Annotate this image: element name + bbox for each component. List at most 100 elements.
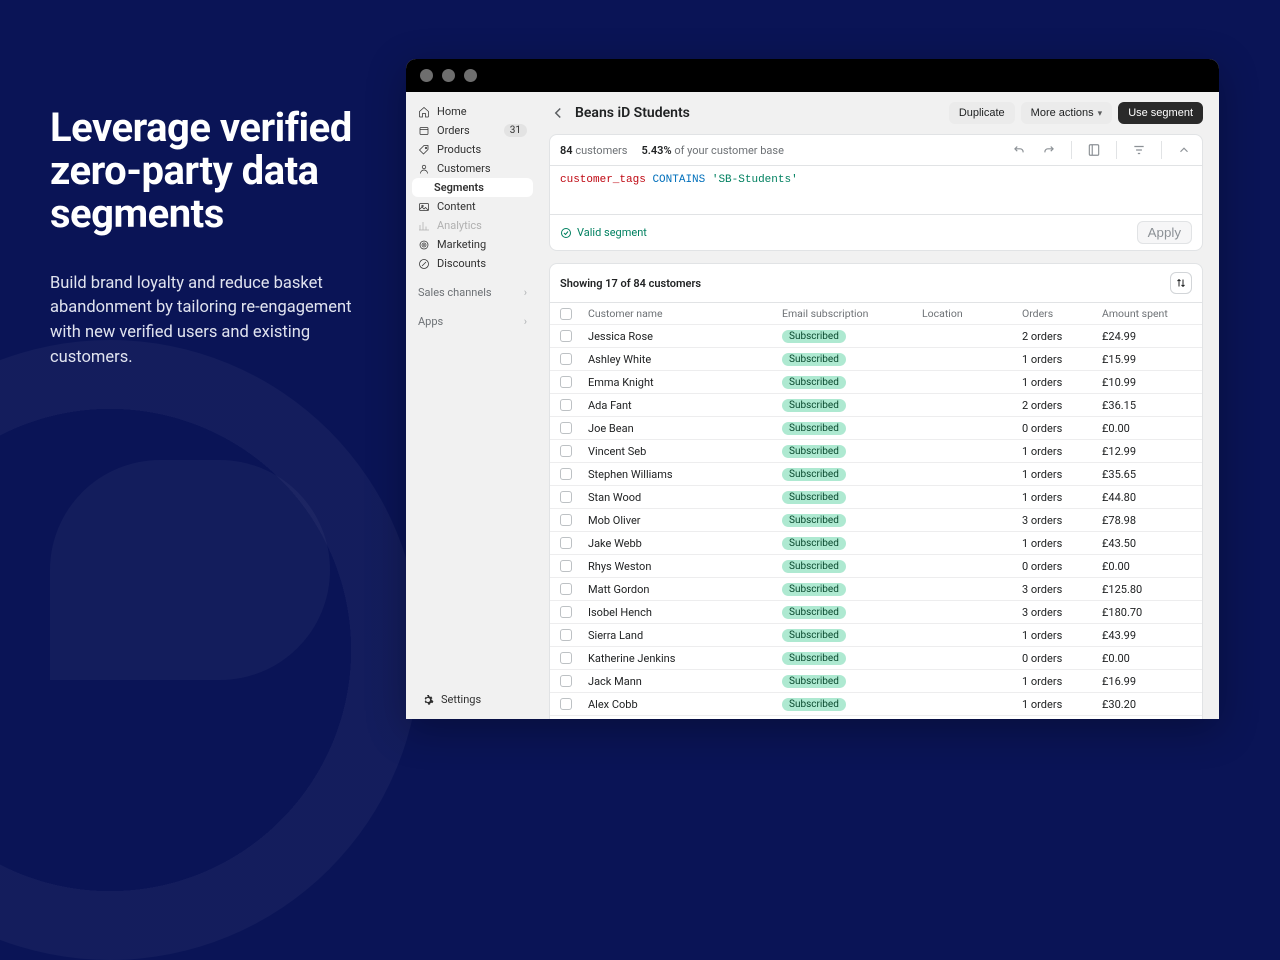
section-label: Apps (418, 315, 443, 328)
row-checkbox[interactable] (560, 491, 572, 503)
table-row[interactable]: Alex CobbSubscribed1 orders£30.20 (550, 693, 1202, 716)
row-checkbox[interactable] (560, 606, 572, 618)
target-icon (418, 239, 430, 251)
sidebar-item-label: Marketing (437, 238, 486, 251)
table-row-empty (550, 716, 1202, 719)
col-name: Customer name (588, 307, 782, 320)
row-checkbox[interactable] (560, 675, 572, 687)
table-row[interactable]: Isobel HenchSubscribed3 orders£180.70 (550, 601, 1202, 624)
row-checkbox[interactable] (560, 514, 572, 526)
row-checkbox[interactable] (560, 583, 572, 595)
back-button[interactable] (549, 104, 567, 122)
collapse-button[interactable] (1176, 142, 1192, 158)
cell-name: Matt Gordon (588, 583, 782, 596)
sort-button[interactable] (1170, 272, 1192, 294)
reference-button[interactable] (1086, 142, 1102, 158)
row-checkbox[interactable] (560, 399, 572, 411)
sidebar-item-products[interactable]: Products (412, 140, 533, 159)
cell-amount: £12.99 (1102, 445, 1192, 458)
subscribed-badge: Subscribed (782, 675, 846, 688)
minimize-icon[interactable] (442, 69, 455, 82)
sidebar-item-discounts[interactable]: Discounts (412, 254, 533, 273)
cell-amount: £180.70 (1102, 606, 1192, 619)
sidebar-item-orders[interactable]: Orders31 (412, 121, 533, 140)
table-row[interactable]: Rhys WestonSubscribed0 orders£0.00 (550, 555, 1202, 578)
select-all-checkbox[interactable] (560, 308, 572, 320)
subscribed-badge: Subscribed (782, 376, 846, 389)
sidebar-item-settings[interactable]: Settings (416, 690, 529, 709)
row-checkbox[interactable] (560, 330, 572, 342)
sidebar-item-content[interactable]: Content (412, 197, 533, 216)
sidebar-item-label: Discounts (437, 257, 486, 270)
image-icon (418, 201, 430, 213)
sidebar-item-marketing[interactable]: Marketing (412, 235, 533, 254)
apply-button[interactable]: Apply (1137, 221, 1192, 244)
row-checkbox[interactable] (560, 629, 572, 641)
duplicate-button[interactable]: Duplicate (949, 102, 1015, 124)
close-icon[interactable] (420, 69, 433, 82)
table-row[interactable]: Stan WoodSubscribed1 orders£44.80 (550, 486, 1202, 509)
sidebar-item-label: Home (437, 105, 467, 118)
col-location: Location (922, 307, 1022, 320)
maximize-icon[interactable] (464, 69, 477, 82)
table-row[interactable]: Joe BeanSubscribed0 orders£0.00 (550, 417, 1202, 440)
row-checkbox[interactable] (560, 652, 572, 664)
subscribed-badge: Subscribed (782, 698, 846, 711)
table-row[interactable]: Stephen WilliamsSubscribed1 orders£35.65 (550, 463, 1202, 486)
sidebar-item-label: Orders (437, 124, 470, 137)
table-row[interactable]: Ada FantSubscribed2 orders£36.15 (550, 394, 1202, 417)
page-title: Beans iD Students (575, 105, 690, 121)
table-row[interactable]: Ashley WhiteSubscribed1 orders£15.99 (550, 348, 1202, 371)
sidebar-item-home[interactable]: Home (412, 102, 533, 121)
check-circle-icon (560, 227, 572, 239)
row-checkbox[interactable] (560, 445, 572, 457)
row-checkbox[interactable] (560, 560, 572, 572)
row-checkbox[interactable] (560, 376, 572, 388)
cell-orders: 0 orders (1022, 652, 1102, 665)
home-icon (418, 106, 430, 118)
cell-orders: 3 orders (1022, 583, 1102, 596)
row-checkbox[interactable] (560, 698, 572, 710)
redo-button[interactable] (1041, 142, 1057, 158)
cell-name: Alex Cobb (588, 698, 782, 711)
hero-title: Leverage verified zero-party data segmen… (50, 106, 355, 236)
cell-orders: 2 orders (1022, 399, 1102, 412)
row-checkbox[interactable] (560, 468, 572, 480)
cell-name: Rhys Weston (588, 560, 782, 573)
discount-icon (418, 258, 430, 270)
undo-button[interactable] (1011, 142, 1027, 158)
cell-name: Vincent Seb (588, 445, 782, 458)
sidebar-item-segments[interactable]: Segments (412, 178, 533, 197)
sidebar-item-customers[interactable]: Customers (412, 159, 533, 178)
cell-amount: £30.20 (1102, 698, 1192, 711)
cell-orders: 1 orders (1022, 537, 1102, 550)
more-actions-button[interactable]: More actions ▾ (1021, 102, 1113, 124)
sidebar-item-label: Settings (441, 693, 481, 706)
table-row[interactable]: Katherine JenkinsSubscribed0 orders£0.00 (550, 647, 1202, 670)
chevron-right-icon: › (524, 286, 527, 299)
table-row[interactable]: Jake WebbSubscribed1 orders£43.50 (550, 532, 1202, 555)
use-segment-button[interactable]: Use segment (1118, 102, 1203, 124)
cell-name: Jessica Rose (588, 330, 782, 343)
subscribed-badge: Subscribed (782, 560, 846, 573)
table-row[interactable]: Emma KnightSubscribed1 orders£10.99 (550, 371, 1202, 394)
col-amount: Amount spent (1102, 307, 1192, 320)
table-row[interactable]: Mob OliverSubscribed3 orders£78.98 (550, 509, 1202, 532)
table-row[interactable]: Sierra LandSubscribed1 orders£43.99 (550, 624, 1202, 647)
cell-name: Ada Fant (588, 399, 782, 412)
row-checkbox[interactable] (560, 353, 572, 365)
chevron-down-icon: ▾ (1098, 108, 1103, 119)
row-checkbox[interactable] (560, 422, 572, 434)
sidebar-section-apps[interactable]: Apps› (412, 312, 533, 331)
table-row[interactable]: Jack MannSubscribed1 orders£16.99 (550, 670, 1202, 693)
table-row[interactable]: Jessica RoseSubscribed2 orders£24.99 (550, 325, 1202, 348)
filter-button[interactable] (1131, 142, 1147, 158)
segment-query-input[interactable]: customer_tags CONTAINS 'SB-Students' (550, 166, 1202, 214)
orders-icon (418, 125, 430, 137)
cell-name: Ashley White (588, 353, 782, 366)
table-row[interactable]: Vincent SebSubscribed1 orders£12.99 (550, 440, 1202, 463)
sidebar-item-label: Products (437, 143, 481, 156)
sidebar-section-sales-channels[interactable]: Sales channels› (412, 283, 533, 302)
table-row[interactable]: Matt GordonSubscribed3 orders£125.80 (550, 578, 1202, 601)
row-checkbox[interactable] (560, 537, 572, 549)
